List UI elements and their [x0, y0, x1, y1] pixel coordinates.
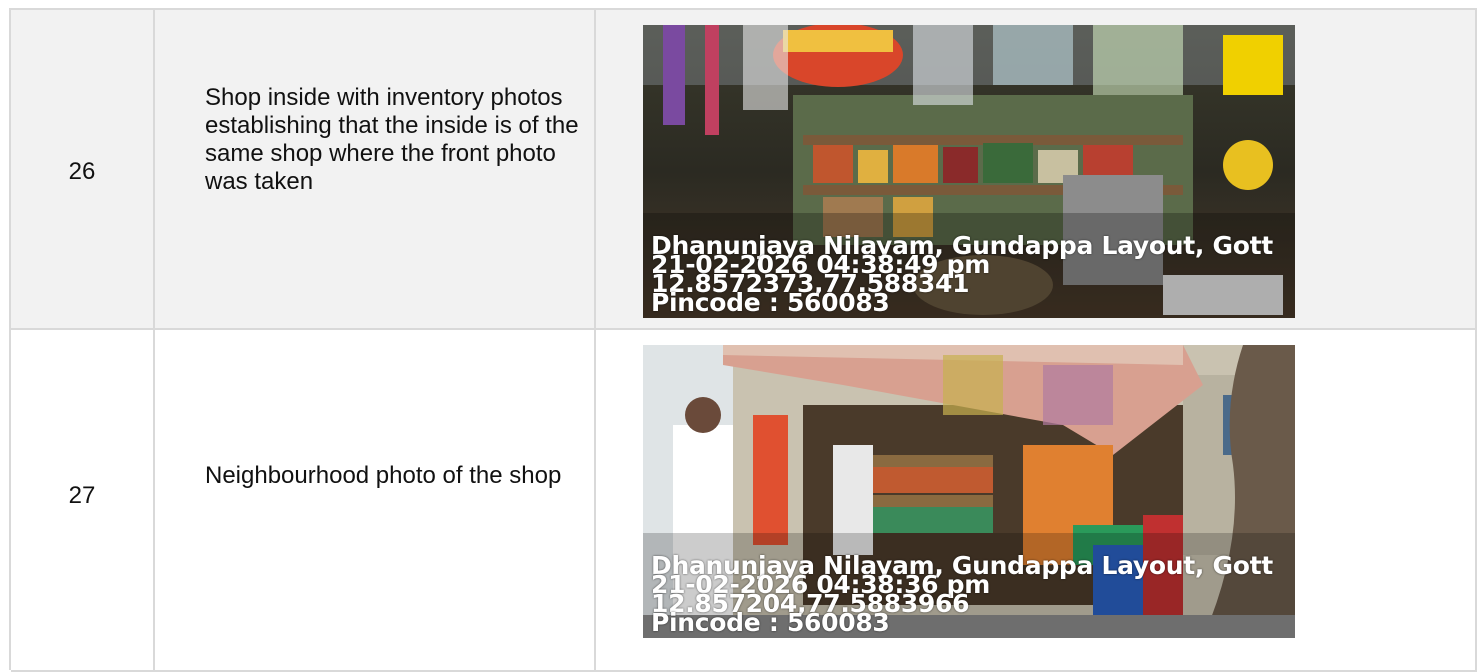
column-divider	[1475, 10, 1477, 670]
table-row: 26 Shop inside with inventory photos est…	[11, 10, 1477, 330]
column-divider	[153, 10, 155, 670]
photo-geotag-stamp: Dhanunjaya Nilayam, Gundappa Layout, Got…	[651, 553, 1273, 635]
row-description: Neighbourhood photo of the shop	[205, 462, 562, 489]
row-number: 27	[68, 482, 96, 509]
table-row: 27 Neighbourhood photo of the shop Dhanu…	[11, 330, 1477, 672]
row-description: Shop inside with inventory photos establ…	[205, 84, 579, 195]
column-divider	[594, 10, 596, 670]
shop-inside-photo: Dhanunjaya Nilayam, Gundappa Layout, Got…	[643, 25, 1295, 318]
row-number: 26	[68, 158, 96, 185]
photo-geotag-stamp: Dhanunjaya Nilayam, Gundappa Layout, Got…	[651, 233, 1273, 315]
data-table: 26 Shop inside with inventory photos est…	[9, 8, 1477, 672]
neighbourhood-photo: Dhanunjaya Nilayam, Gundappa Layout, Got…	[643, 345, 1295, 638]
